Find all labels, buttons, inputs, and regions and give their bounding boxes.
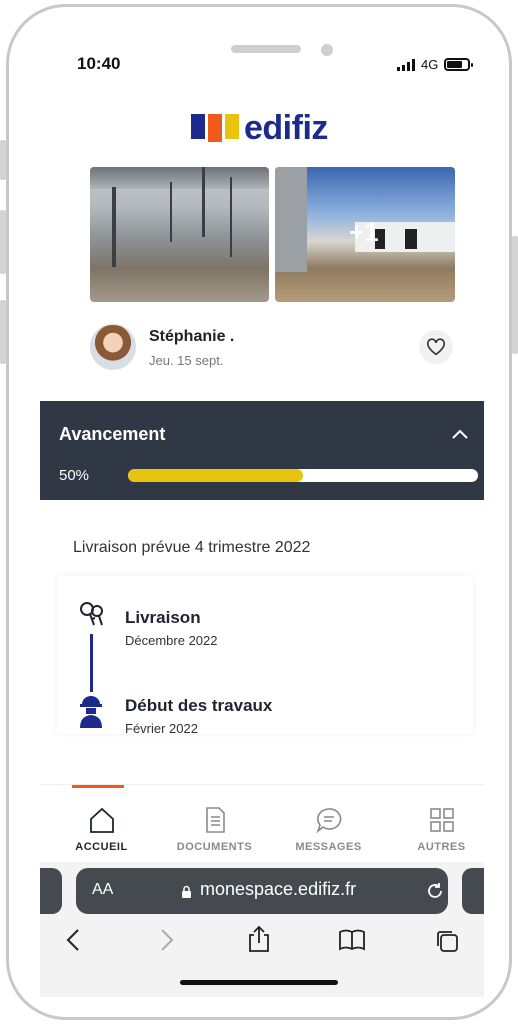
tab-messages[interactable]: MESSAGES [273, 785, 384, 863]
battery-icon [444, 58, 474, 71]
front-camera [321, 44, 333, 56]
post-author: Stéphanie . [149, 328, 235, 345]
tab-autres[interactable]: AUTRES [386, 785, 497, 863]
volume-down-button [0, 300, 6, 364]
heart-icon [427, 338, 445, 356]
bookmarks-icon[interactable] [338, 928, 366, 952]
tab-label: ACCUEIL [75, 841, 128, 853]
progress-bar [128, 469, 478, 482]
active-tab-indicator [72, 785, 124, 788]
construction-photo-1[interactable] [90, 167, 269, 302]
share-icon[interactable] [246, 925, 272, 953]
timeline-item-date: Février 2022 [125, 721, 198, 736]
tab-label: DOCUMENTS [176, 841, 253, 853]
progress-title: Avancement [59, 424, 166, 444]
speaker [231, 45, 301, 53]
avatar [90, 324, 136, 370]
timeline-connector [90, 634, 93, 692]
grid-icon [430, 808, 454, 832]
delivery-estimate: Livraison prévue 4 trimestre 2022 [73, 539, 311, 556]
home-icon [90, 807, 114, 833]
progress-bar-fill [128, 469, 303, 482]
next-tab-preview[interactable] [462, 868, 484, 914]
volume-up-button [0, 210, 6, 274]
worker-icon [78, 694, 104, 733]
previous-tab-preview[interactable] [40, 868, 62, 914]
network-label: 4G [421, 57, 439, 72]
status-time: 10:40 [77, 54, 121, 73]
more-photos-count: +1 [349, 217, 379, 247]
forward-icon[interactable] [160, 928, 174, 952]
lock-icon [182, 885, 191, 898]
logo-mark-icon [191, 114, 239, 142]
construction-photo-2[interactable]: +1 [275, 167, 455, 302]
text-size-button[interactable]: AA [92, 881, 113, 899]
bottom-tab-bar: ACCUEIL DOCUMENTS MESSAGES AUTRES [40, 784, 484, 862]
message-icon [316, 808, 342, 834]
keys-icon [78, 601, 106, 636]
timeline-item-date: Décembre 2022 [125, 633, 218, 648]
progress-panel: Avancement 50% [40, 401, 484, 500]
home-indicator [180, 980, 338, 985]
reload-icon[interactable] [425, 881, 445, 901]
tab-accueil[interactable]: ACCUEIL [46, 785, 157, 863]
signal-icon [397, 58, 415, 71]
tabs-icon[interactable] [434, 928, 460, 954]
tab-documents[interactable]: DOCUMENTS [159, 785, 270, 863]
back-icon[interactable] [66, 928, 80, 952]
power-button [512, 236, 518, 354]
browser-toolbar: AA monespace.edifiz.fr [40, 862, 484, 997]
timeline-item-title: Début des travaux [125, 696, 273, 715]
brand-logo: edifiz [191, 111, 328, 145]
mute-switch [0, 140, 6, 180]
address-bar[interactable]: AA monespace.edifiz.fr [76, 868, 448, 914]
phone-frame: 10:40 4G edifiz +1 Stéphanie . Jeu. 15 s… [6, 4, 512, 1020]
url-text: monespace.edifiz.fr [200, 879, 357, 899]
timeline-item-title: Livraison [125, 608, 201, 627]
document-icon [206, 807, 225, 833]
tab-label: MESSAGES [295, 841, 362, 853]
chevron-up-icon [452, 429, 468, 439]
timeline-card: Livraison Décembre 2022 Début des travau… [57, 576, 473, 736]
tab-label: AUTRES [417, 841, 466, 853]
status-indicators: 4G [397, 57, 474, 72]
brand-name: edifiz [244, 109, 328, 147]
like-button[interactable] [419, 330, 453, 364]
progress-percent: 50% [59, 467, 90, 484]
collapse-button[interactable] [452, 426, 468, 444]
post-date: Jeu. 15 sept. [149, 353, 224, 368]
